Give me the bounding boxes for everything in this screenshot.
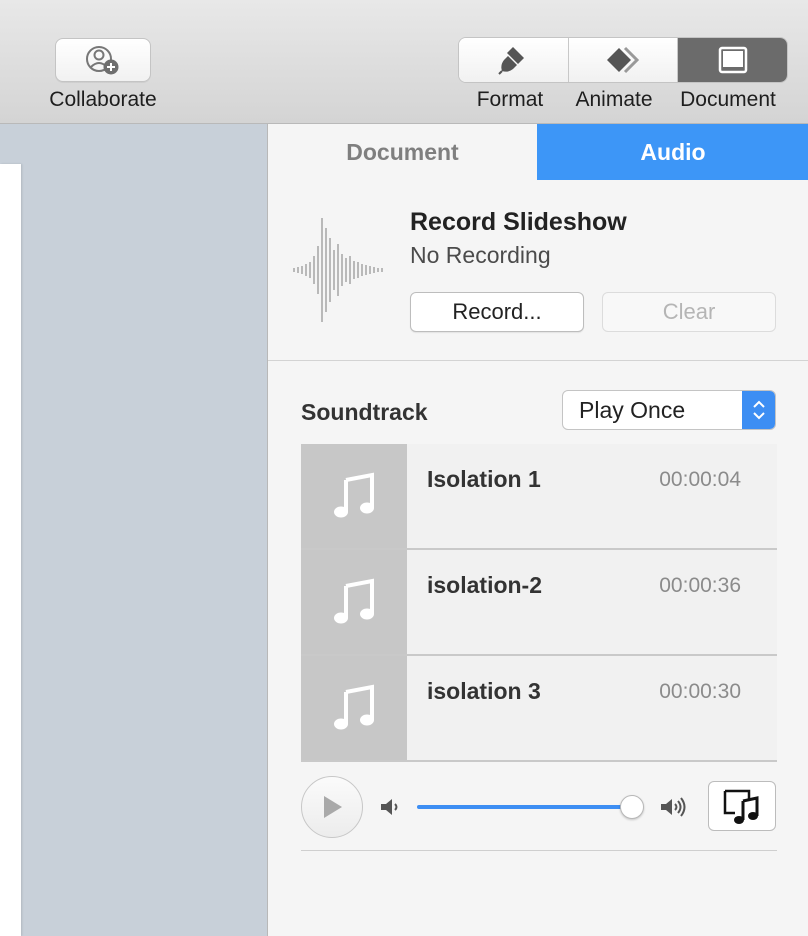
soundtrack-label: Soundtrack	[301, 399, 428, 425]
play-icon	[324, 796, 342, 818]
format-label: Format	[476, 88, 544, 111]
track-duration: 00:00:30	[659, 680, 741, 703]
soundtrack-mode-value: Play Once	[579, 396, 686, 423]
inspector-segmented-control	[458, 37, 788, 83]
add-person-icon	[86, 46, 119, 75]
track-duration: 00:00:36	[659, 574, 741, 597]
list-item[interactable]: isolation-2 00:00:36	[301, 550, 777, 656]
list-item[interactable]: Isolation 1 00:00:04	[301, 444, 777, 550]
format-button[interactable]	[459, 38, 569, 82]
music-note-icon	[301, 656, 407, 760]
track-name: isolation 3	[427, 678, 541, 704]
music-note-icon	[301, 550, 407, 654]
slide-edge[interactable]	[0, 164, 21, 936]
soundtrack-list: Isolation 1 00:00:04 isolation-2 00:00:3…	[301, 444, 777, 762]
media-browser-icon	[723, 789, 759, 824]
document-button[interactable]	[678, 38, 787, 82]
diamond-icon	[607, 46, 640, 74]
clear-button[interactable]: Clear	[602, 292, 776, 332]
volume-high-icon	[661, 797, 686, 817]
track-name: Isolation 1	[427, 466, 541, 492]
animate-label: Animate	[575, 88, 653, 111]
music-note-icon	[301, 444, 407, 548]
waveform-icon	[293, 218, 383, 322]
record-slideshow-title: Record Slideshow	[410, 208, 627, 236]
soundtrack-mode-select[interactable]: Play Once	[562, 390, 776, 430]
tab-audio[interactable]: Audio	[537, 124, 808, 180]
track-name: isolation-2	[427, 572, 543, 598]
controls-divider	[301, 850, 777, 851]
track-duration: 00:00:04	[659, 468, 741, 491]
paintbrush-icon	[498, 47, 525, 75]
collaborate-label: Collaborate	[49, 88, 157, 111]
collaborate-button[interactable]	[55, 38, 151, 82]
recording-status: No Recording	[410, 242, 551, 268]
volume-low-icon	[381, 799, 398, 815]
playback-controls	[301, 776, 777, 840]
volume-slider[interactable]	[417, 805, 631, 809]
list-item[interactable]: isolation 3 00:00:30	[301, 656, 777, 762]
chevron-up-down-icon	[742, 391, 775, 429]
document-icon	[718, 46, 747, 74]
volume-slider-knob[interactable]	[620, 795, 644, 819]
play-button[interactable]	[301, 776, 363, 838]
media-browser-button[interactable]	[708, 781, 776, 831]
animate-button[interactable]	[568, 38, 679, 82]
inspector-tabs: Document Audio	[268, 124, 808, 180]
document-label: Document	[680, 88, 776, 111]
tab-document[interactable]: Document	[268, 124, 537, 180]
slide-canvas[interactable]	[0, 124, 267, 936]
record-button[interactable]: Record...	[410, 292, 584, 332]
audio-inspector: Document Audio Record Slideshow No Recor…	[267, 124, 808, 936]
section-divider	[268, 360, 808, 361]
toolbar: Collaborate Format Animate Document	[0, 0, 808, 124]
